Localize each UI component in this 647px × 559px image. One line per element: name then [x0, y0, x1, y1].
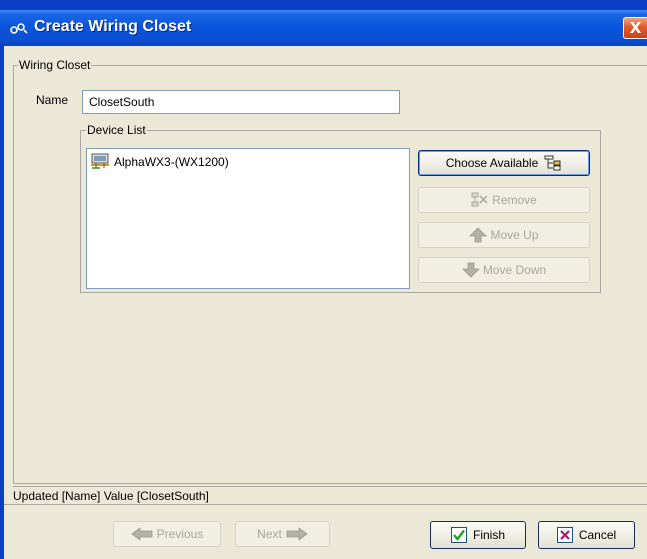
- name-input[interactable]: ClosetSouth: [82, 90, 400, 114]
- cancel-label: Cancel: [578, 528, 617, 542]
- dialog-window: Create Wiring Closet X Wiring Closet Nam…: [0, 0, 647, 559]
- move-down-button[interactable]: Move Down: [418, 257, 590, 283]
- status-bar: Updated [Name] Value [ClosetSouth]: [13, 486, 647, 504]
- wiring-closet-legend: Wiring Closet: [18, 58, 92, 72]
- arrow-left-icon: [130, 527, 153, 541]
- move-down-label: Move Down: [482, 263, 547, 277]
- choose-available-button[interactable]: Choose Available: [418, 150, 590, 176]
- window-title: Create Wiring Closet: [34, 18, 192, 35]
- previous-label: Previous: [156, 527, 204, 541]
- remove-label: Remove: [492, 193, 537, 207]
- choose-available-label: Choose Available: [445, 156, 539, 170]
- title-bar[interactable]: Create Wiring Closet X: [0, 10, 647, 46]
- device-list[interactable]: AlphaWX3-(WX1200): [86, 148, 410, 289]
- next-button[interactable]: Next: [235, 521, 330, 547]
- next-label: Next: [257, 527, 282, 541]
- cancel-x-icon: [556, 527, 573, 543]
- dialog-body: Wiring Closet Name ClosetSouth Device Li…: [4, 46, 647, 559]
- network-device-icon: [90, 153, 114, 172]
- remove-icon: [471, 192, 489, 208]
- arrow-right-icon: [286, 527, 308, 541]
- finish-label: Finish: [472, 528, 505, 542]
- close-button[interactable]: X: [623, 17, 647, 39]
- arrow-up-icon: [469, 227, 488, 243]
- device-list-legend: Device List: [86, 123, 147, 137]
- status-message: Updated [Name] Value [ClosetSouth]: [13, 489, 209, 503]
- choose-device-icon: [544, 155, 562, 171]
- move-up-button[interactable]: Move Up: [418, 222, 590, 248]
- checkbox-checked-icon: [450, 527, 467, 543]
- list-item-label: AlphaWX3-(WX1200): [114, 155, 229, 169]
- previous-button[interactable]: Previous: [113, 521, 221, 547]
- close-icon: X: [629, 19, 642, 37]
- arrow-down-icon: [461, 262, 480, 278]
- list-item[interactable]: AlphaWX3-(WX1200): [90, 153, 229, 171]
- finish-button[interactable]: Finish: [430, 521, 526, 549]
- app-icon: [10, 21, 28, 35]
- name-label: Name: [36, 93, 69, 107]
- status-divider: [4, 504, 647, 505]
- remove-button[interactable]: Remove: [418, 187, 590, 213]
- cancel-button[interactable]: Cancel: [538, 521, 635, 549]
- move-up-label: Move Up: [490, 228, 539, 242]
